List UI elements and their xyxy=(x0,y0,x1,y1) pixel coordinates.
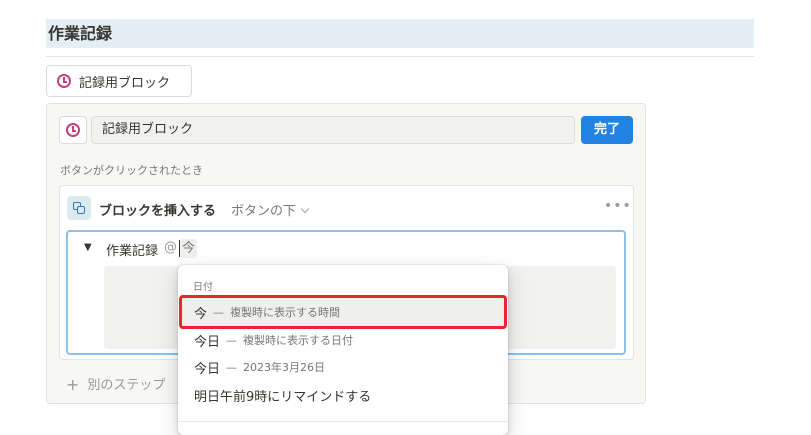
dropdown-item-dash: — xyxy=(213,305,225,319)
divider xyxy=(46,56,754,57)
clock-icon xyxy=(66,123,80,137)
copy-icon xyxy=(67,196,91,220)
dropdown-item-sub: 複製時に表示する時間 xyxy=(230,306,341,319)
dropdown-item-main: 今日 xyxy=(194,361,221,377)
more-options-icon[interactable]: ••• xyxy=(604,198,632,214)
add-step-button[interactable]: + 別のステップ xyxy=(66,374,166,394)
insert-position-select[interactable]: ボタンの下 xyxy=(231,200,310,219)
page-heading: 作業記録 xyxy=(46,19,754,48)
dropdown-item-now[interactable]: 今 — 複製時に表示する時間 xyxy=(179,295,507,329)
button-icon-picker[interactable] xyxy=(59,116,87,144)
dropdown-divider xyxy=(178,421,508,422)
dropdown-item-sub: 複製時に表示する日付 xyxy=(243,334,354,347)
dropdown-item-today-fixed[interactable]: 今日 — 2023年3月26日 xyxy=(182,353,504,381)
dropdown-item-dash: — xyxy=(226,333,238,347)
record-block-button[interactable]: 記録用ブロック xyxy=(46,65,192,97)
dropdown-item-main: 今 xyxy=(194,306,208,322)
toggle-triangle-icon[interactable]: ▼ xyxy=(84,242,92,253)
chevron-down-icon xyxy=(300,204,310,214)
plus-icon: + xyxy=(66,375,80,394)
dropdown-item-sub: 2023年3月26日 xyxy=(243,361,326,374)
add-step-label: 別のステップ xyxy=(87,378,166,393)
mention-query: 今 xyxy=(180,239,198,258)
dropdown-item-main: 明日午前9時にリマインドする xyxy=(194,389,372,405)
dropdown-section-date: 日付 xyxy=(193,282,213,293)
insert-position-label: ボタンの下 xyxy=(231,204,297,219)
dropdown-item-dash: — xyxy=(226,360,238,374)
trigger-label: ボタンがクリックされたとき xyxy=(60,164,203,177)
clock-icon xyxy=(57,74,71,88)
done-button[interactable]: 完了 xyxy=(581,116,633,144)
action-title: ブロックを挿入する xyxy=(99,204,217,219)
dropdown-item-today-dynamic[interactable]: 今日 — 複製時に表示する日付 xyxy=(182,326,504,354)
record-block-button-label: 記録用ブロック xyxy=(79,75,171,91)
dropdown-item-reminder[interactable]: 明日午前9時にリマインドする xyxy=(182,381,504,409)
button-name-input[interactable]: 記録用ブロック xyxy=(91,116,575,144)
mention-at-sign: @ xyxy=(164,240,177,255)
toggle-block-text[interactable]: 作業記録 xyxy=(106,240,158,259)
dropdown-item-main: 今日 xyxy=(194,334,221,350)
